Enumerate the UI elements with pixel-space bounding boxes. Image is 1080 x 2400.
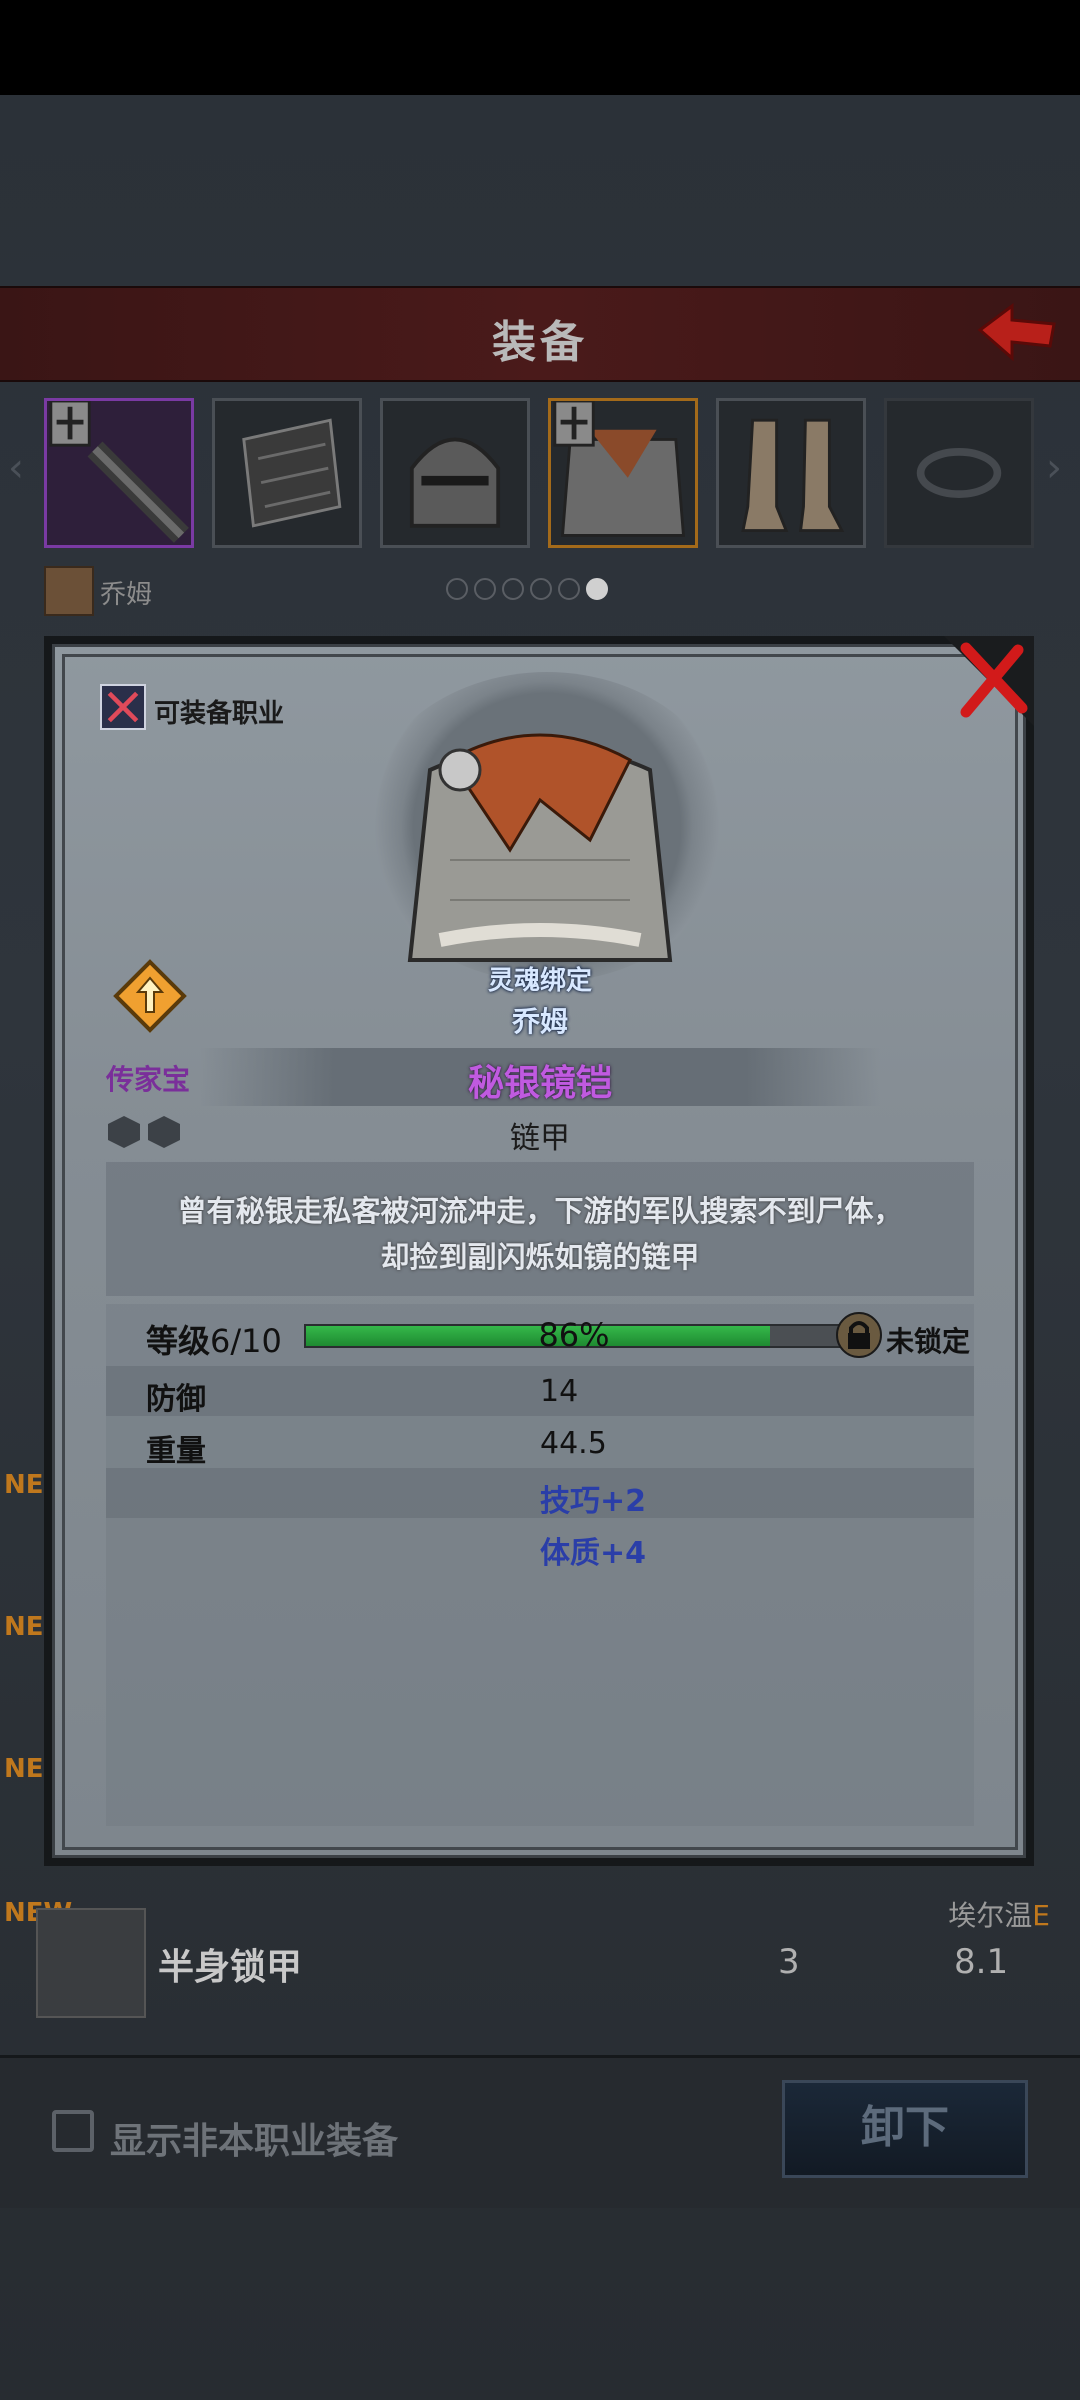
page-dot [502, 578, 524, 600]
slot-helmet[interactable] [380, 398, 530, 548]
slot-next-arrow-icon[interactable]: › [1046, 445, 1062, 491]
description-line-1: 曾有秘银走私客被河流冲走，下游的军队搜索不到尸体， [177, 1194, 903, 1228]
item-type: 链甲 [510, 1121, 570, 1156]
gem-slot-icon [108, 1116, 140, 1148]
title-bar: 装备 [0, 286, 1080, 382]
slot-trinket-1[interactable] [212, 398, 362, 548]
stat-bonus: 技巧+2 [540, 1484, 647, 1519]
description-line-2: 却捡到副闪烁如镜的链甲 [380, 1240, 700, 1274]
back-arrow-icon[interactable] [972, 300, 1062, 364]
level-value: 6/10 [210, 1322, 282, 1360]
status-bar [0, 0, 1080, 95]
show-other-class-label[interactable]: 显示非本职业装备 [110, 2112, 398, 2164]
list-item-name: 半身锁甲 [158, 1947, 303, 1988]
list-item-hero: 埃尔温E [948, 1894, 1050, 1934]
slot-weapon[interactable] [44, 398, 194, 548]
gem-slots [108, 1116, 188, 1152]
page-dot [474, 578, 496, 600]
lock-status[interactable]: 未锁定 [886, 1320, 970, 1360]
stat-row-weight: 重量 44.5 [106, 1418, 974, 1469]
stat-row-bonus-1: 技巧+2 [106, 1468, 974, 1519]
heirloom-icon[interactable] [112, 958, 188, 1038]
close-icon[interactable] [944, 636, 1034, 726]
level-label: 等级6/10 [146, 1316, 282, 1362]
page-dot [446, 578, 468, 600]
stat-row-bonus-2: 体质+4 [106, 1520, 974, 1571]
hero-avatar [44, 566, 94, 616]
sword-icon [49, 399, 189, 543]
slot-ring[interactable] [884, 398, 1034, 548]
class-icon[interactable] [100, 684, 146, 730]
unequip-button[interactable]: 卸下 [782, 2080, 1028, 2178]
chainmail-icon [553, 399, 686, 537]
stat-value: 14 [540, 1374, 579, 1409]
xp-percent: 86% [538, 1316, 610, 1354]
slot-armor[interactable] [548, 398, 698, 548]
gem-slot-icon [148, 1116, 180, 1148]
slot-boots[interactable] [716, 398, 866, 548]
stat-label: 防御 [146, 1382, 206, 1417]
stat-label: 重量 [146, 1434, 206, 1469]
chainmail-icon [36, 1908, 146, 2018]
list-item-rank: E [1032, 1899, 1050, 1932]
hero-name: 乔姆 [100, 580, 153, 610]
page-title: 装备 [492, 317, 588, 368]
page-dot-active [586, 578, 608, 600]
stat-row-defense: 防御 14 [106, 1366, 974, 1417]
page-dot [558, 578, 580, 600]
page-indicator [446, 578, 614, 604]
stat-bonus: 体质+4 [540, 1536, 647, 1571]
boots-icon [741, 418, 845, 533]
heirloom-label: 传家宝 [106, 1063, 191, 1096]
owner-name: 乔姆 [511, 1005, 568, 1038]
list-item-value-2: 8.1 [954, 1942, 1009, 1982]
level-label-text: 等级 [146, 1322, 211, 1360]
show-other-class-checkbox[interactable] [52, 2110, 94, 2152]
crossed-tools-icon [107, 691, 139, 723]
mithril-armor-portrait [407, 733, 673, 962]
item-name: 秘银镜铠 [467, 1063, 612, 1104]
lock-icon[interactable] [836, 1312, 882, 1358]
soulbound-label: 灵魂绑定 [487, 966, 592, 996]
armor-sketch-icon [242, 418, 342, 528]
stat-value: 44.5 [540, 1426, 607, 1461]
equipable-class-label[interactable]: 可装备职业 [154, 693, 284, 730]
slot-prev-arrow-icon[interactable]: ‹ [8, 445, 24, 491]
list-item-hero-name: 埃尔温 [948, 1899, 1033, 1932]
list-item-value-1: 3 [778, 1942, 800, 1982]
ring-icon [916, 448, 1002, 498]
page-dot [530, 578, 552, 600]
helmet-icon [409, 437, 501, 528]
